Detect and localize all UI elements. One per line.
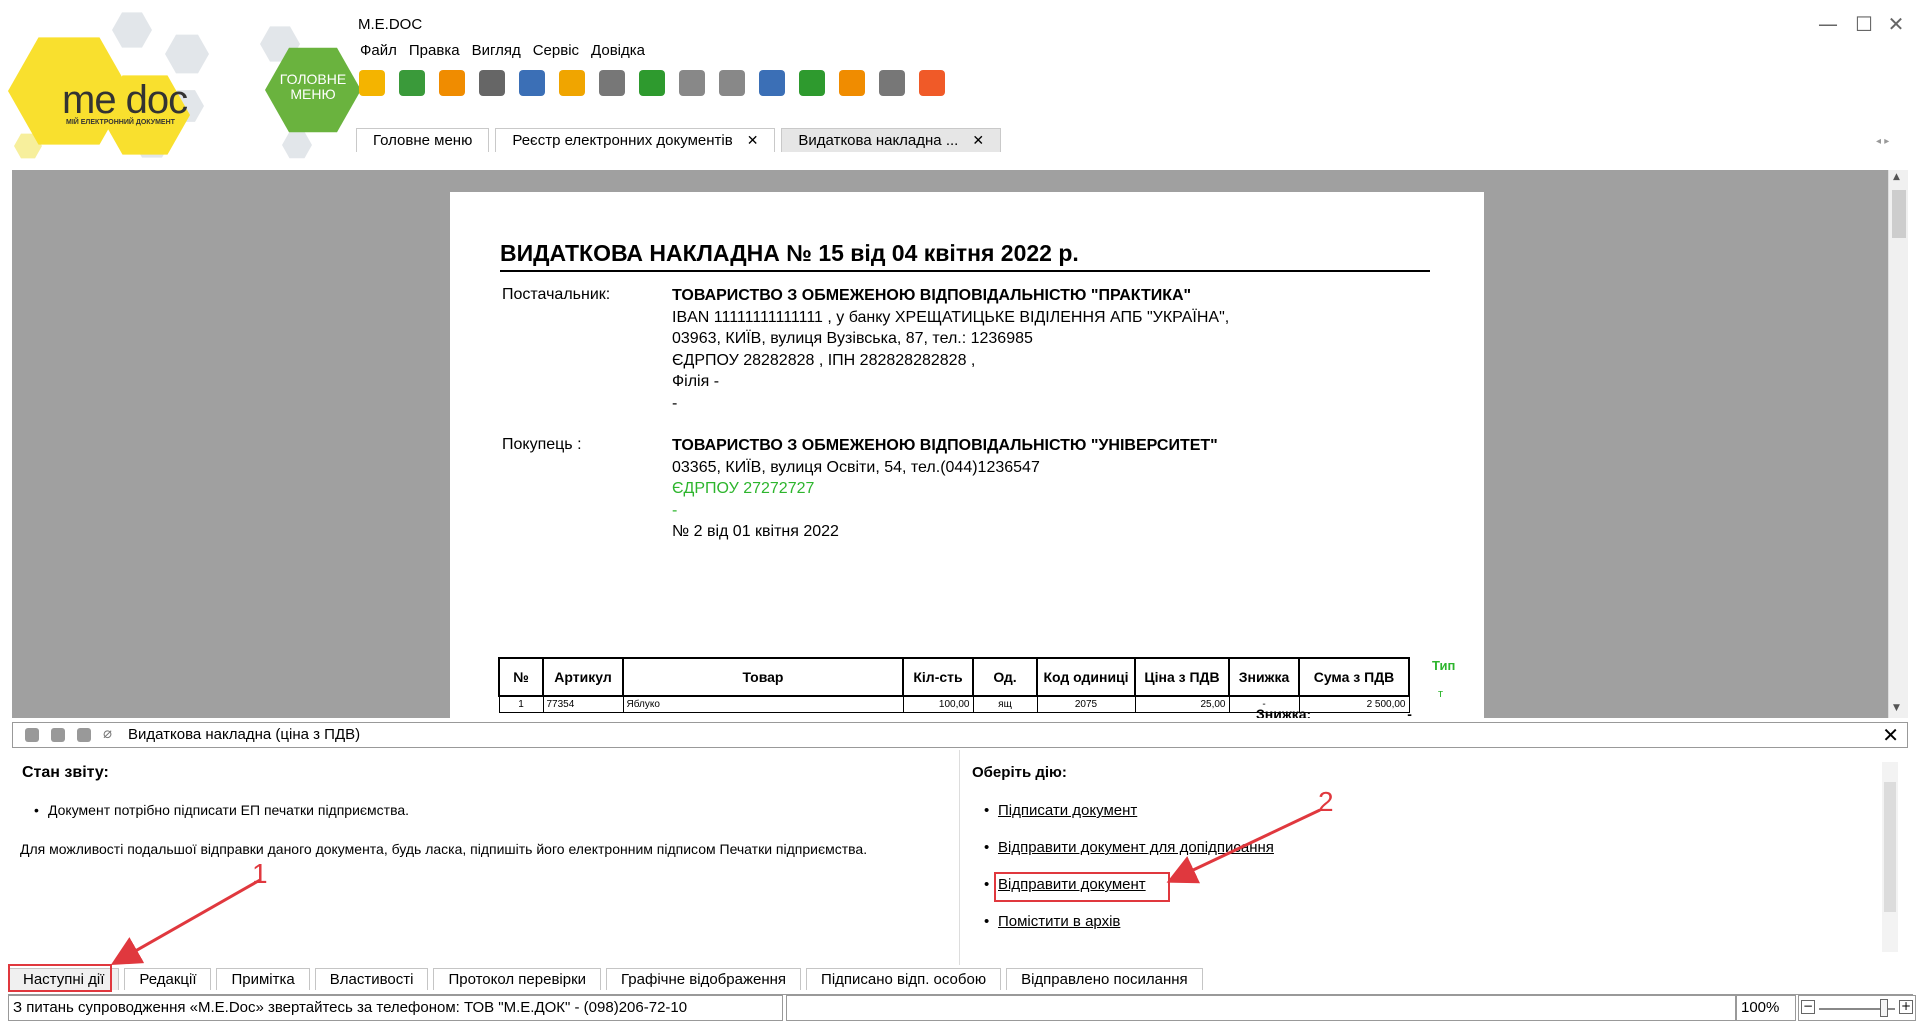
annotation-arrows [110,808,1321,965]
annotation-number: 1 [252,858,268,889]
annotation-number: 2 [1318,786,1334,817]
app-window: me doc МІЙ ЕЛЕКТРОННИЙ ДОКУМЕНТ ГОЛОВНЕ … [0,0,1920,1030]
arrow-1 [110,878,261,965]
arrow-2 [1166,808,1321,884]
